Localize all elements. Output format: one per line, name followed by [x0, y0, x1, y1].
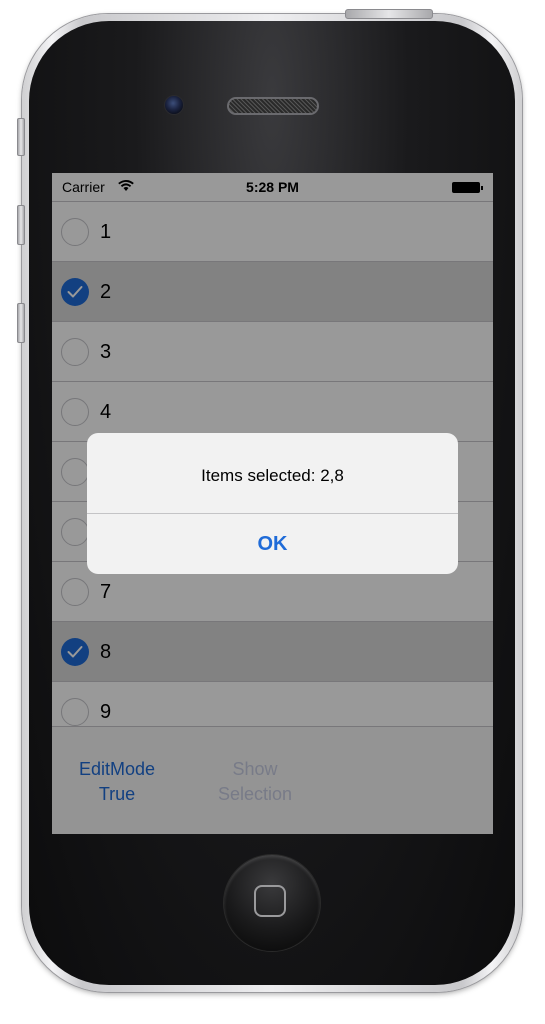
front-camera-icon	[164, 95, 184, 115]
mute-switch	[17, 118, 25, 156]
earpiece-speaker	[227, 97, 319, 115]
volume-down-button	[17, 303, 25, 343]
alert-message: Items selected: 2,8	[201, 466, 344, 485]
device-screen: Carrier 5:28 PM 123456789 EditMode True …	[52, 173, 493, 834]
home-square-icon	[254, 885, 286, 917]
power-button	[345, 9, 433, 19]
volume-up-button	[17, 205, 25, 245]
alert-dialog: Items selected: 2,8 OK	[87, 433, 458, 574]
home-button[interactable]	[224, 855, 320, 951]
alert-ok-button[interactable]: OK	[87, 514, 458, 574]
